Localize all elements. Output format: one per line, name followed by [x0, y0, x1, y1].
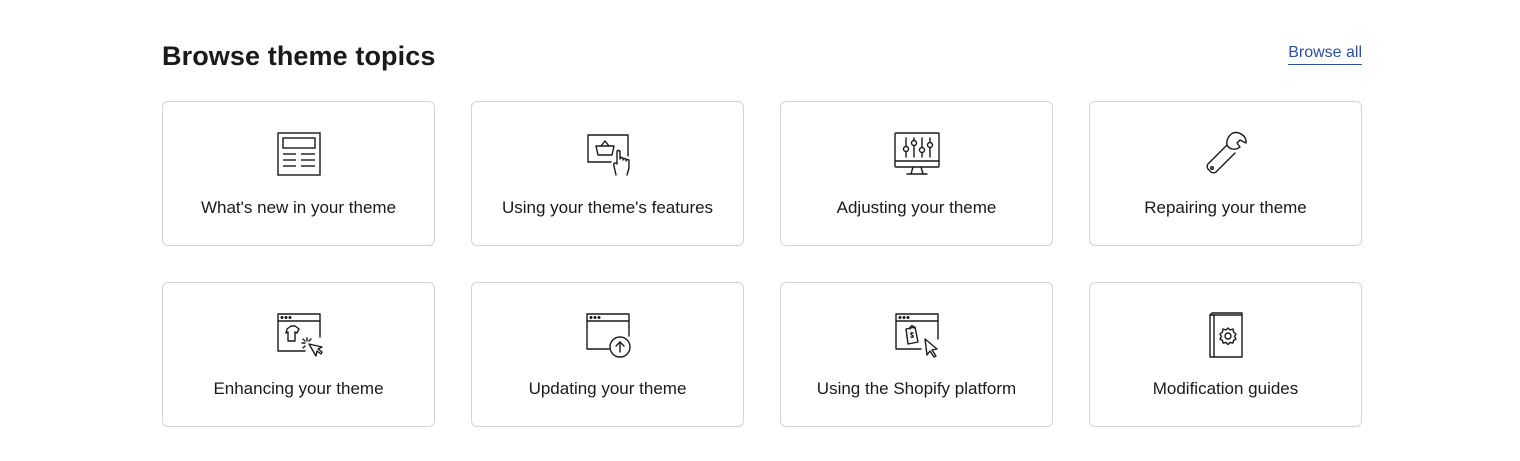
- sliders-monitor-icon: [893, 130, 941, 178]
- topic-card-label: Using your theme's features: [501, 198, 714, 217]
- topic-card-modification-guides[interactable]: Modification guides: [1089, 282, 1362, 427]
- browser-upload-icon: [584, 311, 632, 359]
- section-title: Browse theme topics: [162, 41, 436, 71]
- topic-card-shopify-platform[interactable]: Using the Shopify platform: [780, 282, 1053, 427]
- topic-card-label: Repairing your theme: [1144, 198, 1307, 217]
- topic-card-adjusting[interactable]: Adjusting your theme: [780, 101, 1053, 246]
- newspaper-layout-icon: [275, 130, 323, 178]
- topic-card-updating[interactable]: Updating your theme: [471, 282, 744, 427]
- topic-card-label: Using the Shopify platform: [816, 379, 1017, 398]
- topic-card-label: Adjusting your theme: [836, 198, 997, 217]
- topic-card-label: Modification guides: [1152, 379, 1299, 398]
- topic-card-label: Updating your theme: [528, 379, 687, 398]
- shopping-basket-screen-icon: [584, 130, 632, 178]
- browse-all-link[interactable]: Browse all: [1288, 43, 1362, 65]
- topic-card-enhancing[interactable]: Enhancing your theme: [162, 282, 435, 427]
- browse-theme-topics-section: Browse theme topics Browse all What's ne…: [162, 36, 1362, 427]
- topic-card-features[interactable]: Using your theme's features: [471, 101, 744, 246]
- browser-magic-click-icon: [275, 311, 323, 359]
- browser-shopify-cursor-icon: [893, 311, 941, 359]
- topic-card-repairing[interactable]: Repairing your theme: [1089, 101, 1362, 246]
- topic-card-label: Enhancing your theme: [213, 379, 384, 398]
- topic-card-label: What's new in your theme: [200, 198, 397, 217]
- wrench-icon: [1202, 130, 1250, 178]
- topics-grid: What's new in your theme Using your them…: [162, 101, 1362, 427]
- topic-card-whats-new[interactable]: What's new in your theme: [162, 101, 435, 246]
- gear-book-icon: [1202, 311, 1250, 359]
- section-header: Browse theme topics Browse all: [162, 36, 1362, 76]
